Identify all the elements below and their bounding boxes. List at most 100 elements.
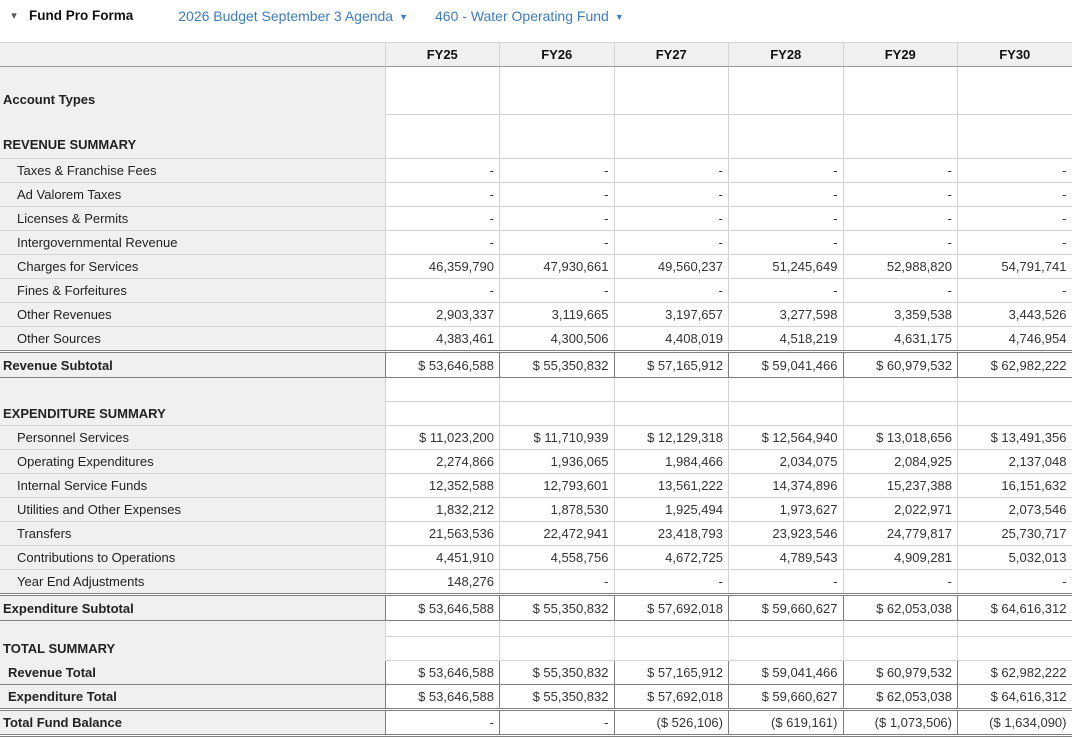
row-label: Revenue Total	[0, 661, 385, 685]
value-cell-FY30	[958, 67, 1072, 115]
table-row: Personnel Services$ 11,023,200$ 11,710,9…	[0, 426, 1072, 450]
value-cell-FY25: -	[385, 231, 500, 255]
value-cell-FY26: $ 55,350,832	[500, 661, 615, 685]
value-cell-FY29: -	[843, 183, 958, 207]
table-row: Intergovernmental Revenue------	[0, 231, 1072, 255]
fund-dropdown[interactable]: 460 - Water Operating Fund▼	[435, 8, 624, 26]
row-label: Account Types	[0, 67, 385, 115]
proforma-table: FY25FY26FY27FY28FY29FY30 Account TypesRE…	[0, 42, 1072, 737]
row-label: Contributions to Operations	[0, 546, 385, 570]
value-cell-FY30: $ 62,982,222	[958, 661, 1072, 685]
row-label: Other Revenues	[0, 303, 385, 327]
row-label: REVENUE SUMMARY	[0, 114, 385, 159]
value-cell-FY28: ($ 619,161)	[729, 710, 844, 736]
value-cell-FY30: 25,730,717	[958, 522, 1072, 546]
table-row: Revenue Total$ 53,646,588$ 55,350,832$ 5…	[0, 661, 1072, 685]
table-row: EXPENDITURE SUMMARY	[0, 402, 1072, 426]
value-cell-FY25: $ 11,023,200	[385, 426, 500, 450]
table-row: Year End Adjustments148,276-----	[0, 570, 1072, 595]
value-cell-FY26	[500, 114, 615, 159]
value-cell-FY27: 49,560,237	[614, 255, 729, 279]
value-cell-FY25: 1,832,212	[385, 498, 500, 522]
value-cell-FY27: -	[614, 231, 729, 255]
value-cell-FY27: 4,672,725	[614, 546, 729, 570]
row-label: Internal Service Funds	[0, 474, 385, 498]
table-row: Operating Expenditures2,274,8661,936,065…	[0, 450, 1072, 474]
table-row: Transfers21,563,53622,472,94123,418,7932…	[0, 522, 1072, 546]
value-cell-FY30	[958, 378, 1072, 402]
value-cell-FY29	[843, 637, 958, 661]
value-cell-FY25: -	[385, 183, 500, 207]
value-cell-FY28: $ 59,660,627	[729, 685, 844, 710]
value-cell-FY28	[729, 67, 844, 115]
value-cell-FY29: $ 62,053,038	[843, 595, 958, 621]
column-header-FY30: FY30	[958, 43, 1072, 67]
value-cell-FY28	[729, 637, 844, 661]
value-cell-FY27: $ 57,165,912	[614, 661, 729, 685]
value-cell-FY27: 4,408,019	[614, 327, 729, 352]
value-cell-FY26: $ 55,350,832	[500, 352, 615, 378]
value-cell-FY25: $ 53,646,588	[385, 352, 500, 378]
table-row: Contributions to Operations4,451,9104,55…	[0, 546, 1072, 570]
value-cell-FY30: -	[958, 279, 1072, 303]
value-cell-FY28: -	[729, 231, 844, 255]
value-cell-FY28	[729, 402, 844, 426]
value-cell-FY30: -	[958, 570, 1072, 595]
value-cell-FY25: -	[385, 159, 500, 183]
value-cell-FY28: $ 59,041,466	[729, 352, 844, 378]
value-cell-FY28: $ 12,564,940	[729, 426, 844, 450]
value-cell-FY28: -	[729, 183, 844, 207]
value-cell-FY30: $ 13,491,356	[958, 426, 1072, 450]
row-label: Operating Expenditures	[0, 450, 385, 474]
value-cell-FY26: 47,930,661	[500, 255, 615, 279]
value-cell-FY27	[614, 637, 729, 661]
table-row: Expenditure Subtotal$ 53,646,588$ 55,350…	[0, 595, 1072, 621]
value-cell-FY26: -	[500, 159, 615, 183]
table-row: Revenue Subtotal$ 53,646,588$ 55,350,832…	[0, 352, 1072, 378]
value-cell-FY28: 14,374,896	[729, 474, 844, 498]
value-cell-FY27	[614, 114, 729, 159]
value-cell-FY26: $ 55,350,832	[500, 685, 615, 710]
value-cell-FY29	[843, 114, 958, 159]
value-cell-FY29: $ 62,053,038	[843, 685, 958, 710]
value-cell-FY26: 1,878,530	[500, 498, 615, 522]
value-cell-FY25: $ 53,646,588	[385, 595, 500, 621]
column-header-FY28: FY28	[729, 43, 844, 67]
collapse-caret-icon[interactable]: ▾	[3, 8, 25, 24]
value-cell-FY29: 52,988,820	[843, 255, 958, 279]
value-cell-FY27: $ 57,165,912	[614, 352, 729, 378]
value-cell-FY29: $ 60,979,532	[843, 352, 958, 378]
table-row: REVENUE SUMMARY	[0, 114, 1072, 159]
value-cell-FY26: -	[500, 207, 615, 231]
value-cell-FY26: -	[500, 710, 615, 736]
value-cell-FY26: 4,558,756	[500, 546, 615, 570]
row-label: Licenses & Permits	[0, 207, 385, 231]
value-cell-FY28: 3,277,598	[729, 303, 844, 327]
page-titlebar: ▾ Fund Pro Forma 2026 Budget September 3…	[0, 0, 1072, 42]
budget-dropdown[interactable]: 2026 Budget September 3 Agenda▼	[178, 8, 408, 26]
value-cell-FY30	[958, 402, 1072, 426]
value-cell-FY27: 3,197,657	[614, 303, 729, 327]
value-cell-FY29: -	[843, 159, 958, 183]
row-label	[0, 378, 385, 402]
value-cell-FY26: 1,936,065	[500, 450, 615, 474]
value-cell-FY30: 54,791,741	[958, 255, 1072, 279]
value-cell-FY30: $ 62,982,222	[958, 352, 1072, 378]
row-label: Taxes & Franchise Fees	[0, 159, 385, 183]
row-label: Revenue Subtotal	[0, 352, 385, 378]
column-header-FY29: FY29	[843, 43, 958, 67]
value-cell-FY26	[500, 637, 615, 661]
table-row: Utilities and Other Expenses1,832,2121,8…	[0, 498, 1072, 522]
table-row: Total Fund Balance--($ 526,106)($ 619,16…	[0, 710, 1072, 736]
value-cell-FY29: 2,084,925	[843, 450, 958, 474]
value-cell-FY28	[729, 378, 844, 402]
value-cell-FY27: -	[614, 159, 729, 183]
value-cell-FY30	[958, 114, 1072, 159]
value-cell-FY25: 4,451,910	[385, 546, 500, 570]
value-cell-FY27: -	[614, 207, 729, 231]
value-cell-FY25	[385, 621, 500, 637]
table-row: Fines & Forfeitures------	[0, 279, 1072, 303]
value-cell-FY25: 21,563,536	[385, 522, 500, 546]
value-cell-FY30: 3,443,526	[958, 303, 1072, 327]
chevron-down-icon: ▼	[399, 12, 408, 22]
